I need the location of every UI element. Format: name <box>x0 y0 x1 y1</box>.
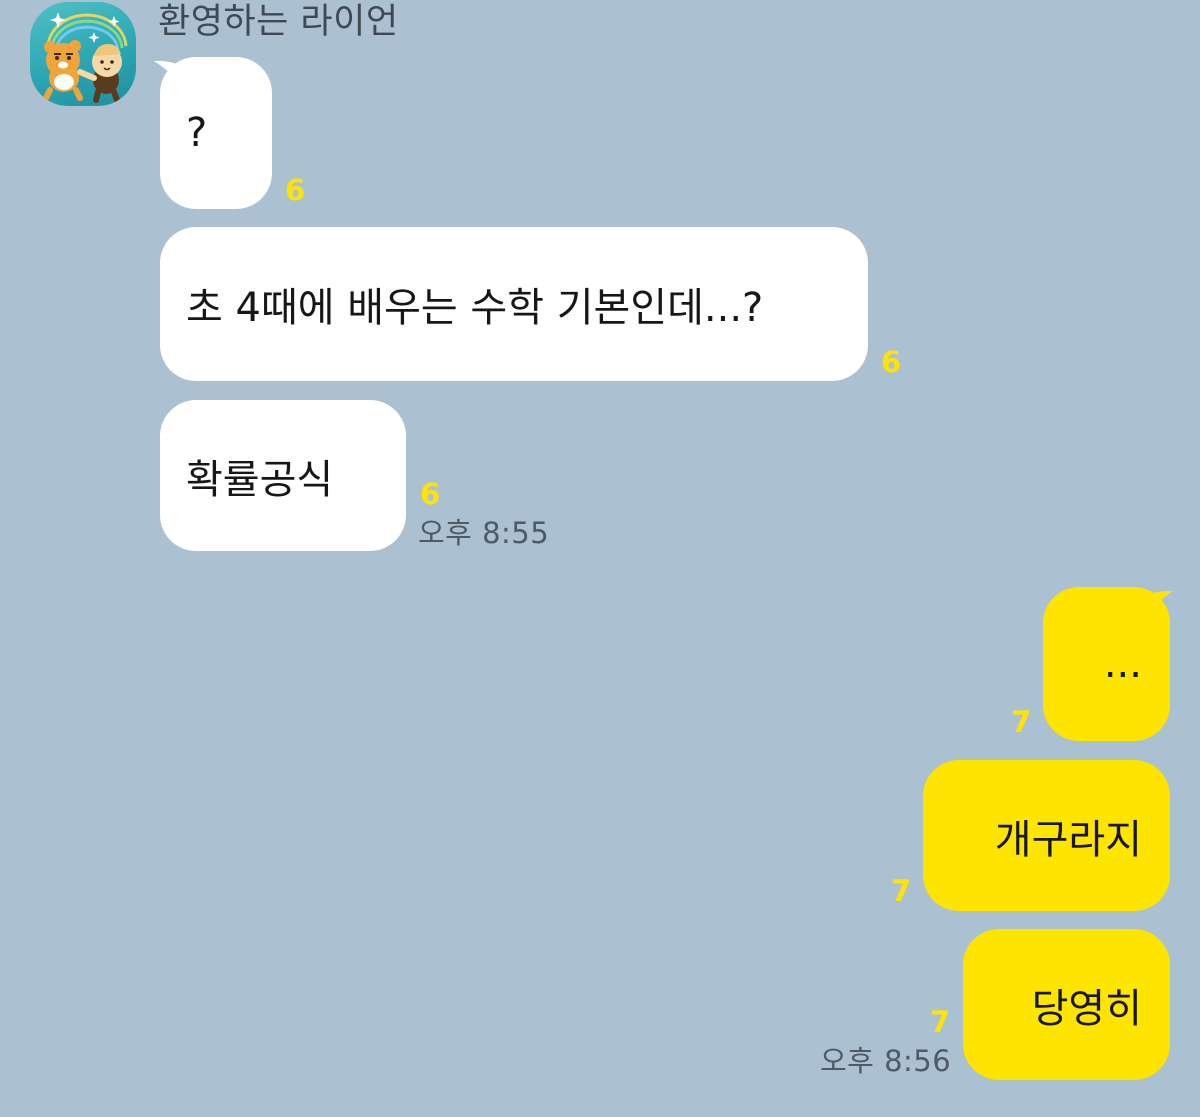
unread-count: 7 <box>930 1005 951 1039</box>
sender-name: 환영하는 라이언 <box>158 2 399 42</box>
sender-avatar[interactable] <box>30 2 136 106</box>
message-text: ? <box>186 110 208 156</box>
outgoing-message[interactable]: ... <box>1043 587 1170 741</box>
unread-count: 6 <box>285 173 306 207</box>
unread-count: 7 <box>891 874 912 908</box>
outgoing-message[interactable]: 당영히 <box>963 929 1170 1080</box>
message-timestamp: 오후 8:56 <box>820 1044 952 1078</box>
incoming-message[interactable]: 초 4때에 배우는 수학 기본인데...? <box>160 227 868 381</box>
ryan-character-avatar-icon <box>43 12 128 103</box>
outgoing-message[interactable]: 개구라지 <box>923 760 1170 911</box>
message-text: 초 4때에 배우는 수학 기본인데...? <box>186 285 764 331</box>
message-text: 당영히 <box>1031 985 1142 1032</box>
incoming-message[interactable]: ? <box>160 57 272 209</box>
message-timestamp: 오후 8:55 <box>418 516 550 550</box>
chat-screen: { "chat": { "sender_name": "환영하는 라이언", "… <box>0 0 1200 1117</box>
unread-count: 6 <box>881 345 902 379</box>
message-text: 개구라지 <box>994 816 1142 863</box>
message-text: 확률공식 <box>186 456 334 503</box>
incoming-message[interactable]: 확률공식 <box>160 400 406 551</box>
unread-count: 7 <box>1011 705 1032 739</box>
message-text: ... <box>1103 641 1142 687</box>
unread-count: 6 <box>420 477 441 511</box>
